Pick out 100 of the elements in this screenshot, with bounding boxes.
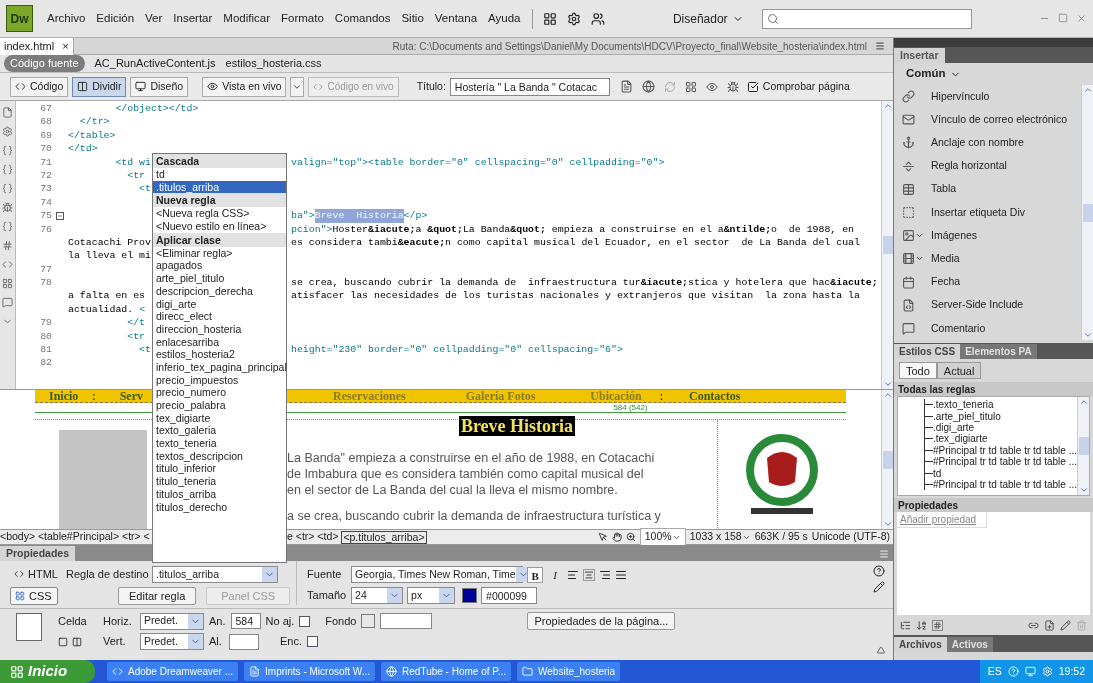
menu-item[interactable]: Ayuda bbox=[488, 9, 521, 28]
braces-icon[interactable] bbox=[2, 221, 13, 232]
css-rule[interactable]: .tex_digiarte bbox=[933, 433, 988, 445]
background-field[interactable] bbox=[380, 613, 433, 629]
menu-item[interactable]: titulos_arriba bbox=[153, 487, 286, 501]
nav-link[interactable]: Serv bbox=[119, 390, 143, 402]
eye-icon[interactable] bbox=[705, 80, 718, 93]
vertical-scrollbar[interactable] bbox=[881, 390, 893, 529]
vertical-scrollbar[interactable] bbox=[881, 101, 893, 389]
insert-item[interactable]: Hipervínculo bbox=[894, 85, 1081, 109]
sort-icon[interactable] bbox=[916, 619, 927, 631]
view-button[interactable]: Dividir bbox=[72, 76, 127, 97]
width-field[interactable]: 584 bbox=[230, 613, 261, 629]
new-file-icon[interactable] bbox=[1044, 619, 1055, 631]
menu-item[interactable]: Sitio bbox=[401, 9, 424, 28]
taskbar-button[interactable]: Adobe Dreamweaver ... bbox=[107, 662, 239, 681]
menu-item[interactable]: precio_numero bbox=[153, 386, 286, 399]
insert-item[interactable]: Insertar etiqueta Div bbox=[894, 200, 1081, 225]
menu-item[interactable]: Ventana bbox=[434, 9, 478, 28]
vertical-scrollbar[interactable] bbox=[1077, 397, 1089, 495]
menu-item[interactable]: Insertar bbox=[173, 9, 213, 28]
menu-item[interactable]: Comandos bbox=[334, 9, 391, 28]
users-icon[interactable] bbox=[591, 11, 606, 26]
add-property-link[interactable]: Añadir propiedad bbox=[897, 512, 987, 528]
edit-icon[interactable] bbox=[873, 581, 885, 593]
horizontal-align-select[interactable]: Predet. bbox=[140, 612, 204, 630]
title-field[interactable]: Hostería " La Banda " Cotacac bbox=[449, 77, 610, 96]
check-page-button[interactable]: Comprobar página bbox=[746, 78, 850, 95]
bold-button[interactable]: B bbox=[527, 566, 544, 583]
hand-icon[interactable] bbox=[611, 532, 622, 542]
insert-item[interactable]: Media bbox=[894, 247, 1081, 271]
braces-icon[interactable] bbox=[2, 183, 13, 194]
zoom-icon[interactable] bbox=[625, 532, 636, 542]
related-file-tab[interactable]: estilos_hosteria.css bbox=[225, 55, 322, 72]
css-rule[interactable]: #Principal tr td table tr td table ... bbox=[933, 444, 1077, 456]
css-rule[interactable]: .texto_teneria bbox=[933, 399, 994, 411]
dropdown-button[interactable] bbox=[290, 76, 305, 97]
menu-item[interactable]: direcc_elect bbox=[153, 310, 286, 323]
checkbox[interactable] bbox=[307, 636, 318, 647]
monitor-icon[interactable] bbox=[1024, 666, 1036, 677]
insert-item[interactable]: Anclaje con nombre bbox=[894, 131, 1081, 155]
workspace-switcher[interactable]: Diseñador bbox=[672, 9, 744, 28]
menu-item[interactable]: tex_digiarte bbox=[153, 411, 286, 425]
mode-button[interactable]: Todo bbox=[899, 362, 937, 379]
size-select[interactable]: 24 bbox=[351, 587, 404, 604]
panel-tab[interactable]: Estilos CSS bbox=[894, 344, 961, 359]
pointer-icon[interactable] bbox=[597, 532, 608, 542]
scrollbar-thumb[interactable] bbox=[1082, 203, 1093, 222]
globe-icon[interactable] bbox=[641, 80, 655, 93]
related-file-tab[interactable]: AC_RunActiveContent.js bbox=[94, 55, 216, 72]
font-select[interactable]: Georgia, Times New Roman, Time bbox=[351, 566, 524, 583]
align-right-icon[interactable] bbox=[599, 568, 612, 581]
menu-item[interactable]: apagados bbox=[153, 259, 286, 273]
page-properties-button[interactable]: Propiedades de la página... bbox=[527, 612, 676, 630]
insert-item[interactable]: Vínculo de correo electrónico bbox=[894, 108, 1081, 132]
menu-item[interactable]: titulos_derecho bbox=[153, 500, 286, 514]
css-rule[interactable]: #Principal tr td table tr td table ... bbox=[933, 478, 1077, 490]
view-button[interactable]: Diseño bbox=[130, 76, 189, 97]
scrollbar-thumb[interactable] bbox=[1078, 437, 1089, 455]
italic-button[interactable]: I bbox=[547, 566, 564, 583]
live-view-button[interactable]: Vista en vivo bbox=[202, 76, 287, 97]
start-button[interactable]: Inicio bbox=[0, 660, 95, 683]
restore-icon[interactable] bbox=[1058, 13, 1068, 23]
code-icon[interactable] bbox=[2, 259, 13, 270]
menu-item[interactable]: <Nuevo estilo en línea> bbox=[153, 220, 286, 233]
align-left-icon[interactable] bbox=[567, 568, 580, 581]
height-field[interactable] bbox=[229, 633, 259, 650]
nav-link[interactable]: Contactos bbox=[689, 390, 741, 402]
mode-button[interactable]: HTML bbox=[10, 565, 58, 583]
checkbox[interactable] bbox=[299, 615, 311, 627]
taskbar-button[interactable]: Imprints - Microsoft W... bbox=[244, 662, 376, 681]
color-swatch[interactable] bbox=[462, 588, 478, 603]
menu-item[interactable]: precio_palabra bbox=[153, 399, 286, 412]
css-rule[interactable]: .arte_piel_titulo bbox=[933, 410, 1001, 422]
vertical-align-select[interactable]: Predet. bbox=[140, 633, 204, 650]
menu-item[interactable]: Modificar bbox=[223, 9, 270, 28]
hash-icon[interactable] bbox=[932, 619, 943, 631]
gear-icon[interactable] bbox=[2, 126, 13, 137]
tab-close[interactable]: × bbox=[62, 37, 69, 55]
vertical-scrollbar[interactable] bbox=[1081, 85, 1093, 340]
menu-item[interactable]: digi_arte bbox=[153, 297, 286, 311]
scrollbar-thumb[interactable] bbox=[882, 450, 893, 469]
menu-item[interactable]: enlacesarriba bbox=[153, 335, 286, 349]
current-tag[interactable]: <p.titulos_arriba> bbox=[341, 530, 427, 544]
menu-item[interactable]: textos_descripcion bbox=[153, 449, 286, 463]
grid-icon[interactable] bbox=[684, 80, 697, 93]
edit-rule-button[interactable]: Editar regla bbox=[118, 587, 197, 605]
collapse-icon[interactable] bbox=[877, 646, 885, 654]
window-size-select[interactable]: 1033 x 158 bbox=[689, 529, 751, 545]
color-field[interactable]: #000099 bbox=[481, 587, 538, 604]
related-file-tab[interactable]: Código fuente bbox=[4, 55, 85, 72]
zoom-select[interactable]: 100% bbox=[639, 528, 686, 546]
split-cell-icon[interactable] bbox=[72, 636, 82, 647]
settings-icon[interactable] bbox=[567, 11, 582, 26]
menu-item[interactable]: Edición bbox=[96, 9, 135, 28]
document-icon[interactable] bbox=[619, 80, 633, 93]
tag-selector-path[interactable]: e <tr> <td> bbox=[287, 529, 339, 545]
justify-icon[interactable] bbox=[615, 568, 628, 581]
view-button[interactable]: Código bbox=[10, 76, 69, 97]
menu-item[interactable]: direccion_hosteria bbox=[153, 322, 286, 336]
